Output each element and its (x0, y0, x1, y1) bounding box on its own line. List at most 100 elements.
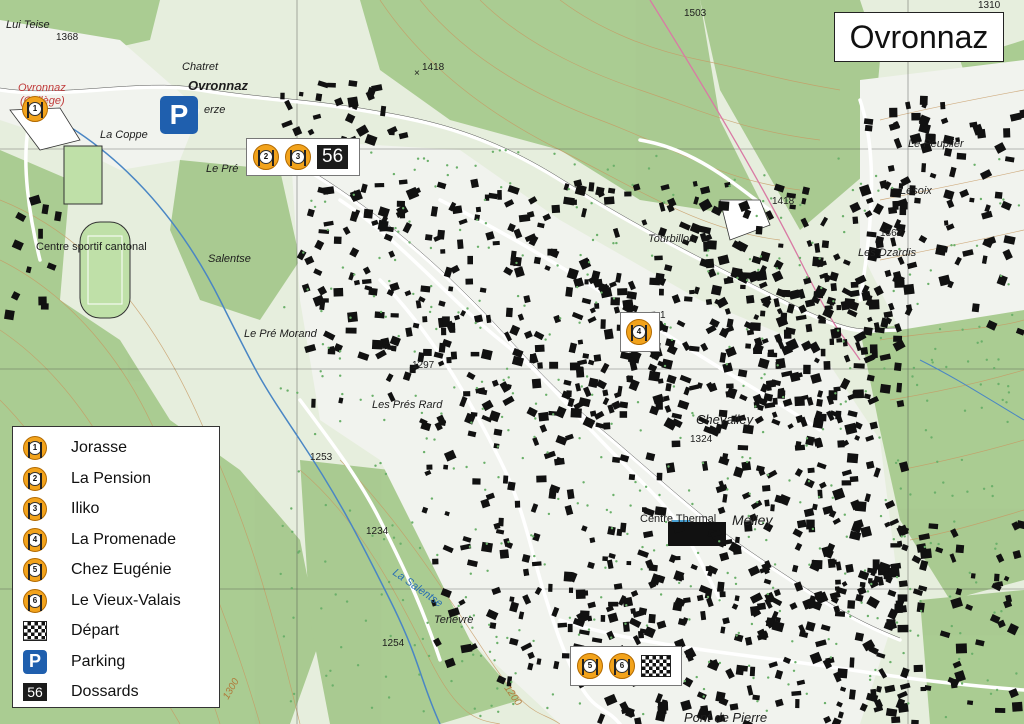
building (420, 285, 431, 293)
building (683, 597, 691, 604)
building (499, 549, 510, 559)
vegetation-dot (663, 201, 666, 204)
vegetation-dot (384, 472, 388, 476)
vegetation-dot (595, 233, 599, 237)
vegetation-dot (960, 682, 964, 685)
vegetation-dot (546, 451, 549, 454)
legend-item: 3 Iliko (21, 494, 211, 525)
parking-sign[interactable]: P (160, 96, 198, 134)
building (966, 700, 974, 706)
legend-label: Chez Eugénie (71, 561, 172, 579)
building (463, 391, 471, 397)
vegetation-dot (926, 399, 929, 402)
vegetation-dot (980, 340, 983, 343)
vegetation-dot (548, 333, 551, 336)
marker-group-top[interactable]: 2 3 56 (246, 138, 360, 176)
vegetation-dot (859, 182, 863, 185)
marker-restaurant-1[interactable]: 1 (20, 94, 50, 124)
restaurant-icon: 2 (23, 466, 47, 491)
building (448, 286, 454, 292)
vegetation-dot (523, 304, 526, 307)
vegetation-dot (909, 629, 912, 632)
vegetation-dot (578, 437, 581, 440)
vegetation-dot (832, 300, 835, 303)
vegetation-dot (488, 650, 492, 653)
vegetation-dot (821, 428, 825, 431)
building (672, 602, 683, 612)
vegetation-dot (297, 470, 300, 473)
vegetation-dot (963, 409, 967, 412)
vegetation-dot (864, 390, 867, 393)
building (866, 231, 877, 238)
vegetation-dot (994, 547, 997, 550)
building (398, 179, 408, 185)
vegetation-dot (985, 358, 988, 361)
vegetation-dot (500, 415, 504, 419)
vegetation-dot (945, 365, 948, 369)
vegetation-dot (557, 497, 560, 501)
vegetation-dot (645, 624, 649, 627)
vegetation-dot (915, 383, 919, 387)
vegetation-dot (707, 660, 711, 664)
building (737, 369, 748, 378)
vegetation-dot (689, 585, 692, 588)
vegetation-dot (912, 366, 916, 370)
building (368, 287, 378, 296)
vegetation-dot (959, 632, 962, 635)
vegetation-dot (474, 321, 477, 325)
vegetation-dot (672, 385, 676, 388)
vegetation-dot (834, 392, 837, 395)
vegetation-dot (818, 547, 822, 550)
vegetation-dot (679, 436, 682, 440)
vegetation-dot (837, 157, 840, 160)
alt-1254: 1254 (382, 638, 405, 649)
building (970, 573, 976, 579)
building (740, 272, 751, 279)
vegetation-dot (728, 345, 731, 349)
vegetation-dot (647, 167, 651, 170)
building (298, 91, 304, 97)
vegetation-dot (909, 493, 912, 496)
legend-label: Départ (71, 622, 120, 640)
vegetation-dot (600, 456, 603, 459)
building (897, 702, 909, 713)
building (928, 523, 939, 530)
vegetation-dot (948, 595, 952, 598)
vegetation-dot (990, 485, 994, 488)
building (897, 594, 908, 602)
building (424, 234, 433, 241)
vegetation-dot (516, 294, 520, 298)
vegetation-dot (339, 374, 342, 377)
vegetation-dot (483, 461, 486, 464)
vegetation-dot (805, 692, 808, 695)
building (492, 240, 500, 246)
vegetation-dot (507, 540, 510, 544)
vegetation-dot (479, 714, 482, 718)
vegetation-dot (929, 541, 932, 545)
vegetation-dot (422, 157, 426, 160)
vegetation-dot (325, 674, 328, 677)
building (760, 310, 766, 317)
building (390, 313, 399, 318)
vegetation-dot (297, 551, 300, 554)
vegetation-dot (734, 582, 738, 586)
building (440, 249, 446, 254)
building (422, 316, 428, 323)
vegetation-dot (578, 321, 581, 324)
marker-restaurant-4[interactable]: 4 (620, 312, 660, 352)
vegetation-dot (883, 367, 886, 370)
vegetation-dot (640, 568, 643, 571)
vegetation-dot (507, 429, 510, 432)
vegetation-dot (798, 256, 802, 260)
building (889, 107, 898, 118)
marker-group-bottom[interactable]: 5 6 (570, 646, 682, 686)
building (1011, 701, 1023, 712)
building (505, 307, 513, 318)
vegetation-dot (610, 636, 613, 639)
vegetation-dot (576, 285, 579, 289)
vegetation-dot (975, 581, 978, 584)
building (854, 632, 865, 642)
building (626, 291, 637, 300)
restaurant-icon: 4 (23, 527, 47, 552)
vegetation-dot (805, 276, 809, 279)
